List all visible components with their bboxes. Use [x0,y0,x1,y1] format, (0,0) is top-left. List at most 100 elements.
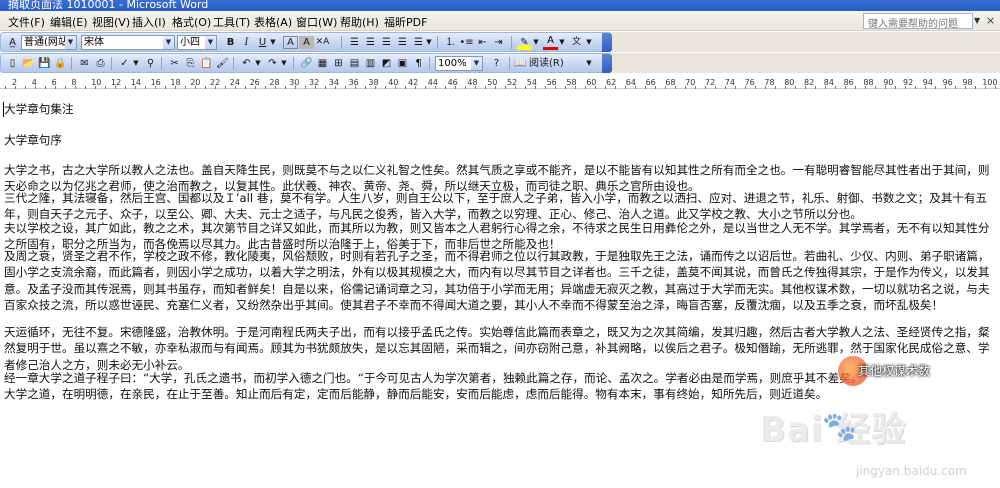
align-center-icon[interactable]: ☰ [363,35,378,50]
menu-file[interactable]: 文件(F) [8,14,45,30]
menu-help[interactable]: 帮助(H) [340,14,379,30]
paragraph: 及周之衰，贤圣之君不作，学校之政不修，教化陵夷，风俗颓败，时则有若孔子之圣，而不… [4,249,990,312]
ruler-tick-mark [415,86,416,89]
redo-icon[interactable]: ↷ [265,56,280,71]
ruler-tick-mark [885,86,886,89]
drawing-icon[interactable]: ◩ [379,56,394,71]
highlight-dropdown-icon[interactable]: ▼ [532,35,540,50]
styles-pane-icon[interactable]: A̲ [5,35,20,50]
menu-foxit-pdf[interactable]: 福昕PDF [384,14,427,30]
ruler-tick-mark [455,86,456,89]
separator [509,57,510,70]
ruler-tick-mark [385,86,386,89]
ruler-tick-mark [565,86,566,89]
char-shading-button[interactable]: A [299,36,314,49]
underline-button[interactable]: U [255,35,270,50]
paste-icon[interactable]: 📋 [199,56,214,71]
hyperlink-icon[interactable]: 🔗 [299,56,314,71]
save-icon[interactable]: 💾 [37,56,52,71]
char-scale-button[interactable]: ✕A [315,35,330,50]
ruler-tick-mark [975,86,976,89]
phonetic-guide-button[interactable]: 文 [569,35,584,50]
close-document-icon[interactable]: × [986,14,995,27]
bold-button[interactable]: B [223,35,238,50]
ruler-number: 36 [348,78,359,87]
print-icon[interactable]: ⎙ [93,56,108,71]
font-color-dropdown-icon[interactable]: ▼ [558,35,566,50]
open-folder-icon[interactable]: 📂 [21,56,36,71]
menu-window[interactable]: 窗口(W) [296,14,337,30]
align-right-icon[interactable]: ☰ [379,35,394,50]
ruler-tick-mark [105,86,106,89]
email-icon[interactable]: ✉ [77,56,92,71]
insert-excel-icon[interactable]: ▤ [347,56,362,71]
menu-format[interactable]: 格式(O) [172,14,211,30]
read-mode-icon[interactable]: 📖 [513,56,528,71]
permission-icon[interactable]: 🔒 [53,56,68,71]
italic-button[interactable]: I [239,35,254,50]
separator [293,57,294,70]
columns-icon[interactable]: ▥ [363,56,378,71]
style-dropdown[interactable]: 普通(网站) ▼ [21,35,77,50]
menu-edit[interactable]: 编辑(E) [50,14,88,30]
spelling-icon[interactable]: ✓ [117,56,132,71]
decrease-indent-icon[interactable]: ⇤ [475,35,490,50]
horizontal-ruler[interactable]: 2 4 6 8 10 12 14 16 18 20 22 24 26 28 30 32 34 36 38 40 42 44… [0,75,1000,89]
menu-tools[interactable]: 工具(T) [213,14,250,30]
bullets-icon[interactable]: •≡ [459,35,474,50]
undo-dropdown-icon[interactable]: ▼ [254,56,262,71]
show-hide-icon[interactable]: ¶ [411,56,426,71]
zoom-value: 100% [438,58,467,69]
document-map-icon[interactable]: ▣ [395,56,410,71]
char-border-button[interactable]: A [283,36,298,49]
menu-view[interactable]: 视图(V) [92,14,130,30]
font-dropdown[interactable]: 宋体 ▼ [81,35,175,50]
read-mode-button[interactable]: 阅读(R) [529,56,579,71]
increase-indent-icon[interactable]: ⇥ [491,35,506,50]
insert-table-icon[interactable]: ⊞ [331,56,346,71]
format-painter-icon[interactable]: 🖌 [215,56,230,71]
toolbar-options-icon[interactable]: ▼ [585,35,593,50]
ruler-tick-mark [25,86,26,89]
toolbar-overflow-handle[interactable] [602,54,612,73]
baidu-url: jingyan.baidu.com [856,464,967,478]
ruler-tick-mark [935,86,936,89]
line-spacing-dropdown-icon[interactable]: ▼ [425,35,433,50]
numbering-icon[interactable]: ⒈ [443,35,458,50]
cut-icon[interactable]: ✂ [167,56,182,71]
menu-insert[interactable]: 插入(I) [132,14,166,30]
align-left-icon[interactable]: ☰ [347,35,362,50]
distribute-icon[interactable]: ☰ [411,35,426,50]
menu-table[interactable]: 表格(A) [254,14,292,30]
help-icon[interactable]: ? [489,56,504,71]
font-size-dropdown[interactable]: 小四 ▼ [177,35,217,50]
ruler-tick-mark [855,86,856,89]
toolbar-options-icon[interactable]: ▼ [585,56,593,71]
ruler-tick-mark [175,86,176,89]
help-search-input[interactable]: 键入需要帮助的问题 [863,13,973,29]
spelling-dropdown-icon[interactable]: ▼ [132,56,140,71]
tables-borders-icon[interactable]: ▦ [315,56,330,71]
underline-dropdown-icon[interactable]: ▼ [269,35,277,50]
ruler-tick-mark [755,86,756,89]
watermark-badge: 其他权谋术数 [838,354,930,394]
toolbar-overflow-handle[interactable] [602,33,612,52]
ruler-tick-mark [595,86,596,89]
document-title: 大学章句集注 [4,102,74,116]
redo-dropdown-icon[interactable]: ▼ [280,56,288,71]
undo-icon[interactable]: ↶ [239,56,254,71]
ruler-tick-mark [805,86,806,89]
research-icon[interactable]: ⚲ [143,56,158,71]
highlight-button[interactable]: ✎ [517,35,532,50]
copy-icon[interactable]: ⎘ [183,56,198,71]
separator [111,57,112,70]
ruler-tick-mark [505,86,506,89]
justify-icon[interactable]: ☰ [395,35,410,50]
ruler-number: 98 [962,78,973,87]
font-color-button[interactable]: A [543,35,558,50]
help-dropdown-arrow-icon[interactable]: ▼ [974,16,980,25]
new-document-icon[interactable]: ▯ [5,56,20,71]
zoom-dropdown[interactable]: 100% ▼ [435,56,483,71]
ruler-tick-mark [655,86,656,89]
ruler-tick-mark [955,86,956,89]
